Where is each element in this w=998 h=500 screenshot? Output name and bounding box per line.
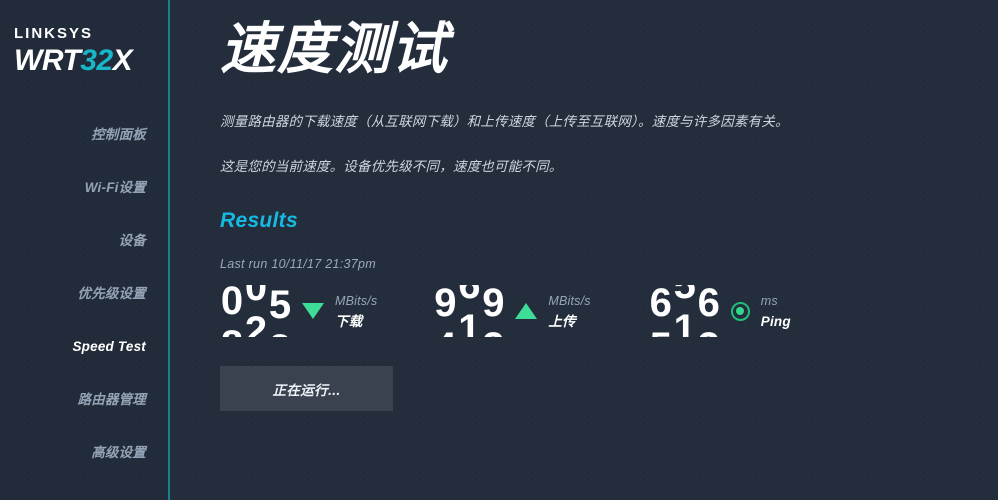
brand-name: LINKSYS xyxy=(14,25,94,42)
metric-unit-label: MBits/s xyxy=(335,294,378,309)
circle-dot-shape xyxy=(730,301,750,321)
sidebar-item-7[interactable]: 高级设置 xyxy=(0,426,170,479)
metric-kind-label: 下载 xyxy=(335,314,363,330)
digit-lower: 5 xyxy=(650,325,672,337)
metric-upload-value: 946193 xyxy=(433,285,505,337)
digit-upper: 9 xyxy=(434,285,457,326)
app-window: LINKSYS WRT32X 控制面板 Wi-Fi设置 设备 优先级设置 Speed T… xyxy=(0,0,998,500)
brand-model: WRT32X xyxy=(14,46,170,76)
digit-strip: 08 xyxy=(220,285,244,337)
brand-logo: LINKSYS WRT32X xyxy=(0,0,170,76)
digit-lower: 3 xyxy=(698,325,720,337)
digit-strip: 94 xyxy=(433,285,457,337)
digit-column: 93 xyxy=(481,285,505,337)
last-run-timestamp: Last run 10/11/17 21:37pm xyxy=(220,257,376,272)
digit-upper: 6 xyxy=(458,285,481,308)
digit-strip: 51 xyxy=(673,285,697,337)
metrics-row: 080253MBits/s下载946193MBits/s上传655163msPi… xyxy=(220,285,998,337)
digit-lower: 3 xyxy=(269,327,291,337)
metric-download-labels: MBits/s 下载 xyxy=(335,290,377,331)
sidebar-item-3[interactable]: 设备 xyxy=(0,214,170,267)
circle-dot-center xyxy=(736,307,745,316)
digit-lower: 3 xyxy=(482,325,504,337)
digit-lower: 1 xyxy=(673,307,696,338)
sidebar: LINKSYS WRT32X 控制面板 Wi-Fi设置 设备 优先级设置 Speed T… xyxy=(0,0,170,500)
page-title: 速度测试 xyxy=(220,17,448,80)
metric-kind-label: 上传 xyxy=(548,314,576,330)
digit-strip: 02 xyxy=(244,285,268,337)
sidebar-item-1[interactable]: 控制面板 xyxy=(0,108,170,161)
metric-unit-label: ms xyxy=(760,294,778,309)
digit-strip: 61 xyxy=(457,285,481,337)
digit-column: 94 xyxy=(433,285,457,337)
digit-upper: 5 xyxy=(673,285,696,308)
digit-lower: 8 xyxy=(221,323,243,337)
digit-upper: 0 xyxy=(244,285,268,310)
digit-column: 51 xyxy=(673,285,697,337)
triangle-up-shape xyxy=(515,303,538,320)
digit-strip: 63 xyxy=(697,285,721,337)
metric-upload: 946193MBits/s上传 xyxy=(433,285,590,337)
main-content: 速度测试 测量路由器的下载速度（从互联网下载）和上传速度（上传至互联网）。速度与… xyxy=(170,0,998,500)
digit-upper: 0 xyxy=(220,285,244,324)
digit-lower: 2 xyxy=(244,309,268,338)
triangle-down-shape xyxy=(302,303,324,320)
triangle-down-icon xyxy=(302,303,324,320)
sidebar-item-5[interactable]: Speed Test xyxy=(0,320,170,373)
digit-upper: 6 xyxy=(697,285,720,326)
digit-upper: 9 xyxy=(482,285,505,326)
digit-column: 53 xyxy=(268,285,292,337)
brand-model-suffix: X xyxy=(112,44,133,77)
digit-column: 02 xyxy=(244,285,268,337)
circle-dot-icon xyxy=(730,301,750,321)
metric-download: 080253 MBits/s 下载 xyxy=(220,285,377,337)
digit-strip: 93 xyxy=(481,285,505,337)
page-description: 测量路由器的下载速度（从互联网下载）和上传速度（上传至互联网）。速度与许多因素有… xyxy=(220,112,980,178)
digit-upper: 6 xyxy=(649,285,672,326)
sidebar-nav: 控制面板 Wi-Fi设置 设备 优先级设置 Speed Test 路由器管理 高级设置 xyxy=(0,108,170,479)
metric-ping-labels: ms Ping xyxy=(761,290,791,331)
results-heading: Results xyxy=(220,209,298,233)
digit-lower: 1 xyxy=(458,307,481,338)
triangle-up-icon xyxy=(515,303,538,320)
brand-model-prefix: WRT xyxy=(14,44,81,77)
digit-column: 61 xyxy=(457,285,481,337)
digit-lower: 4 xyxy=(434,325,456,337)
brand-model-number: 32 xyxy=(80,44,113,77)
metric-ping-value: 655163 xyxy=(649,285,721,337)
metric-upload-labels: MBits/s 上传 xyxy=(548,290,590,331)
sidebar-item-6[interactable]: 路由器管理 xyxy=(0,373,170,426)
run-speed-test-button[interactable]: 正在运行... xyxy=(220,366,393,412)
digit-upper: 5 xyxy=(268,285,292,328)
description-paragraph-1: 测量路由器的下载速度（从互联网下载）和上传速度（上传至互联网）。速度与许多因素有… xyxy=(220,113,789,129)
metric-ping: 655163msPing xyxy=(649,285,791,337)
metric-download-value: 080253 xyxy=(220,285,292,337)
digit-column: 65 xyxy=(649,285,673,337)
digit-column: 08 xyxy=(220,285,244,337)
description-paragraph-2: 这是您的当前速度。设备优先级不同，速度也可能不同。 xyxy=(220,158,563,174)
sidebar-item-4[interactable]: 优先级设置 xyxy=(0,267,170,320)
sidebar-item-2[interactable]: Wi-Fi设置 xyxy=(0,161,170,214)
digit-column: 63 xyxy=(697,285,721,337)
metric-kind-label: Ping xyxy=(760,314,791,330)
metric-unit-label: MBits/s xyxy=(548,294,591,309)
digit-strip: 53 xyxy=(268,285,292,337)
digit-strip: 65 xyxy=(649,285,673,337)
